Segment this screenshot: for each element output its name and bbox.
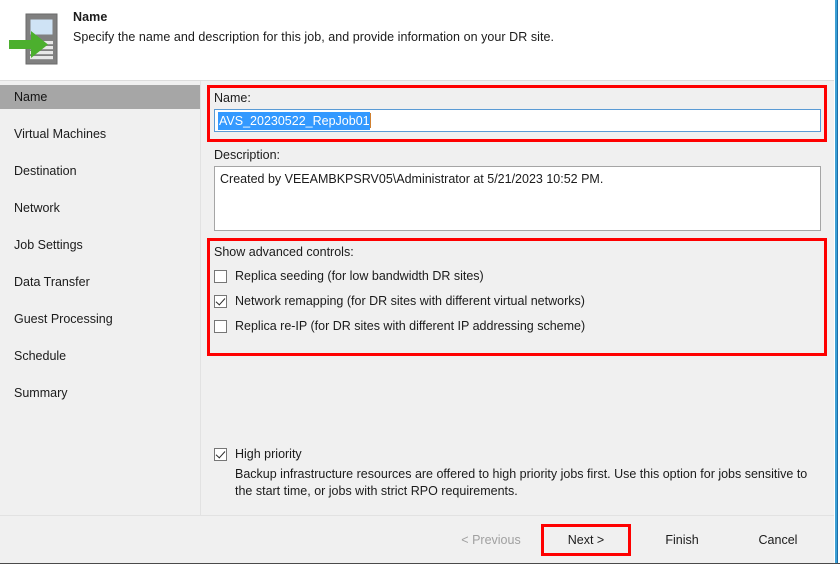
wizard-window: Name Specify the name and description fo… [0,0,840,567]
sidebar-item-label: Job Settings [14,238,83,252]
sidebar-item-guest-processing[interactable]: Guest Processing [0,307,200,331]
advanced-controls-group: Show advanced controls: Replica seeding … [214,244,821,335]
next-button[interactable]: Next > [543,527,629,553]
checkbox-label: Replica seeding (for low bandwidth DR si… [235,268,484,285]
page-subtitle: Specify the name and description for thi… [73,29,554,46]
wizard-step-sidebar: Name Virtual Machines Destination Networ… [0,81,201,515]
window-bottom-border [0,563,840,567]
sidebar-item-job-settings[interactable]: Job Settings [0,233,200,257]
sidebar-item-schedule[interactable]: Schedule [0,344,200,368]
sidebar-item-label: Virtual Machines [14,127,106,141]
wizard-header: Name Specify the name and description fo… [0,0,834,80]
sidebar-item-label: Schedule [14,349,66,363]
high-priority-group: High priority Backup infrastructure reso… [214,446,821,500]
wizard-content-pane: Name: AVS_20230522_RepJob01 Description:… [201,81,834,515]
window-right-border [834,0,840,567]
sidebar-item-label: Name [14,90,47,104]
sidebar-item-network[interactable]: Network [0,196,200,220]
server-replication-icon [8,10,64,68]
checkbox-label: High priority [235,446,302,463]
checkbox-icon[interactable] [214,270,227,283]
name-label: Name: [214,90,821,106]
description-textarea[interactable]: Created by VEEAMBKPSRV05\Administrator a… [214,166,821,231]
name-field-group: Name: AVS_20230522_RepJob01 [214,90,821,132]
high-priority-description: Backup infrastructure resources are offe… [235,466,811,500]
advanced-controls-label: Show advanced controls: [214,244,821,260]
sidebar-item-data-transfer[interactable]: Data Transfer [0,270,200,294]
header-text-group: Name Specify the name and description fo… [73,9,554,46]
sidebar-item-label: Destination [14,164,77,178]
job-name-input[interactable]: AVS_20230522_RepJob01 [214,109,821,132]
sidebar-item-label: Data Transfer [14,275,90,289]
checkbox-high-priority[interactable]: High priority [214,446,821,463]
job-name-value: AVS_20230522_RepJob01 [218,112,370,130]
checkbox-checked-icon[interactable] [214,448,227,461]
checkbox-label: Replica re-IP (for DR sites with differe… [235,318,585,335]
checkbox-network-remapping[interactable]: Network remapping (for DR sites with dif… [214,293,821,310]
page-title: Name [73,9,554,26]
checkbox-replica-seeding[interactable]: Replica seeding (for low bandwidth DR si… [214,268,821,285]
sidebar-item-name[interactable]: Name [0,85,200,109]
description-label: Description: [214,147,821,163]
previous-button[interactable]: < Previous [448,527,534,553]
sidebar-item-label: Network [14,201,60,215]
wizard-body: Name Virtual Machines Destination Networ… [0,81,834,515]
wizard-footer: < Previous Next > Finish Cancel [0,515,834,565]
description-value: Created by VEEAMBKPSRV05\Administrator a… [220,171,815,187]
sidebar-item-label: Summary [14,386,67,400]
checkbox-icon[interactable] [214,320,227,333]
sidebar-item-virtual-machines[interactable]: Virtual Machines [0,122,200,146]
sidebar-item-summary[interactable]: Summary [0,381,200,405]
checkbox-checked-icon[interactable] [214,295,227,308]
cancel-button[interactable]: Cancel [735,527,821,553]
checkbox-label: Network remapping (for DR sites with dif… [235,293,585,310]
sidebar-item-label: Guest Processing [14,312,113,326]
description-field-group: Description: Created by VEEAMBKPSRV05\Ad… [214,147,821,231]
text-caret [370,113,371,128]
sidebar-item-destination[interactable]: Destination [0,159,200,183]
finish-button[interactable]: Finish [639,527,725,553]
checkbox-replica-re-ip[interactable]: Replica re-IP (for DR sites with differe… [214,318,821,335]
